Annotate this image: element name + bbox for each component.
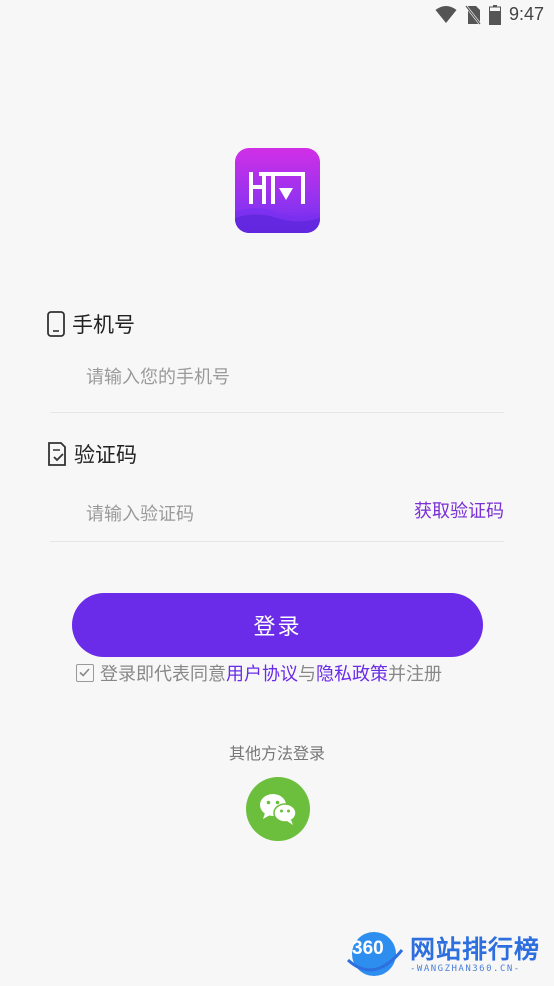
wechat-icon — [260, 794, 297, 825]
watermark-badge: 360 — [352, 938, 384, 959]
battery-icon — [488, 4, 501, 25]
code-label-text: 验证码 — [74, 443, 137, 467]
status-bar: 9:47 — [0, 0, 554, 30]
watermark-title: 网站排行榜 — [410, 935, 541, 964]
other-login-label: 其他方法登录 — [228, 744, 325, 763]
no-sim-icon — [464, 4, 481, 25]
code-field-label: 验证码 — [46, 439, 137, 469]
wifi-icon — [435, 5, 457, 24]
phone-label-text: 手机号 — [72, 313, 135, 337]
app-logo-icon — [235, 148, 320, 233]
divider — [50, 412, 504, 413]
status-time: 9:47 — [508, 4, 544, 24]
wechat-login-button[interactable] — [246, 777, 310, 841]
divider — [50, 541, 504, 542]
agreement-checkbox[interactable] — [76, 664, 94, 682]
agreement-conjunction: 与 — [298, 664, 316, 685]
login-button[interactable]: 登录 — [72, 593, 483, 657]
status-icons: 9:47 — [435, 4, 544, 25]
agreement-prefix: 登录即代表同意 — [100, 664, 226, 685]
agreement-row: 登录即代表同意用户协议与隐私政策并注册 — [76, 660, 442, 686]
watermark-subtitle: -WANGZHAN360.CN- — [410, 964, 521, 974]
code-input[interactable] — [76, 494, 396, 534]
phone-icon — [46, 311, 66, 337]
agreement-suffix: 并注册 — [388, 664, 442, 685]
watermark: 360 网站排行榜 -WANGZHAN360.CN- — [340, 926, 554, 986]
phone-input[interactable] — [76, 357, 396, 397]
get-code-button[interactable]: 获取验证码 — [414, 497, 504, 523]
verify-code-icon — [46, 441, 68, 467]
phone-field-label: 手机号 — [46, 309, 135, 339]
user-agreement-link[interactable]: 用户协议 — [226, 664, 298, 685]
privacy-policy-link[interactable]: 隐私政策 — [316, 664, 388, 685]
